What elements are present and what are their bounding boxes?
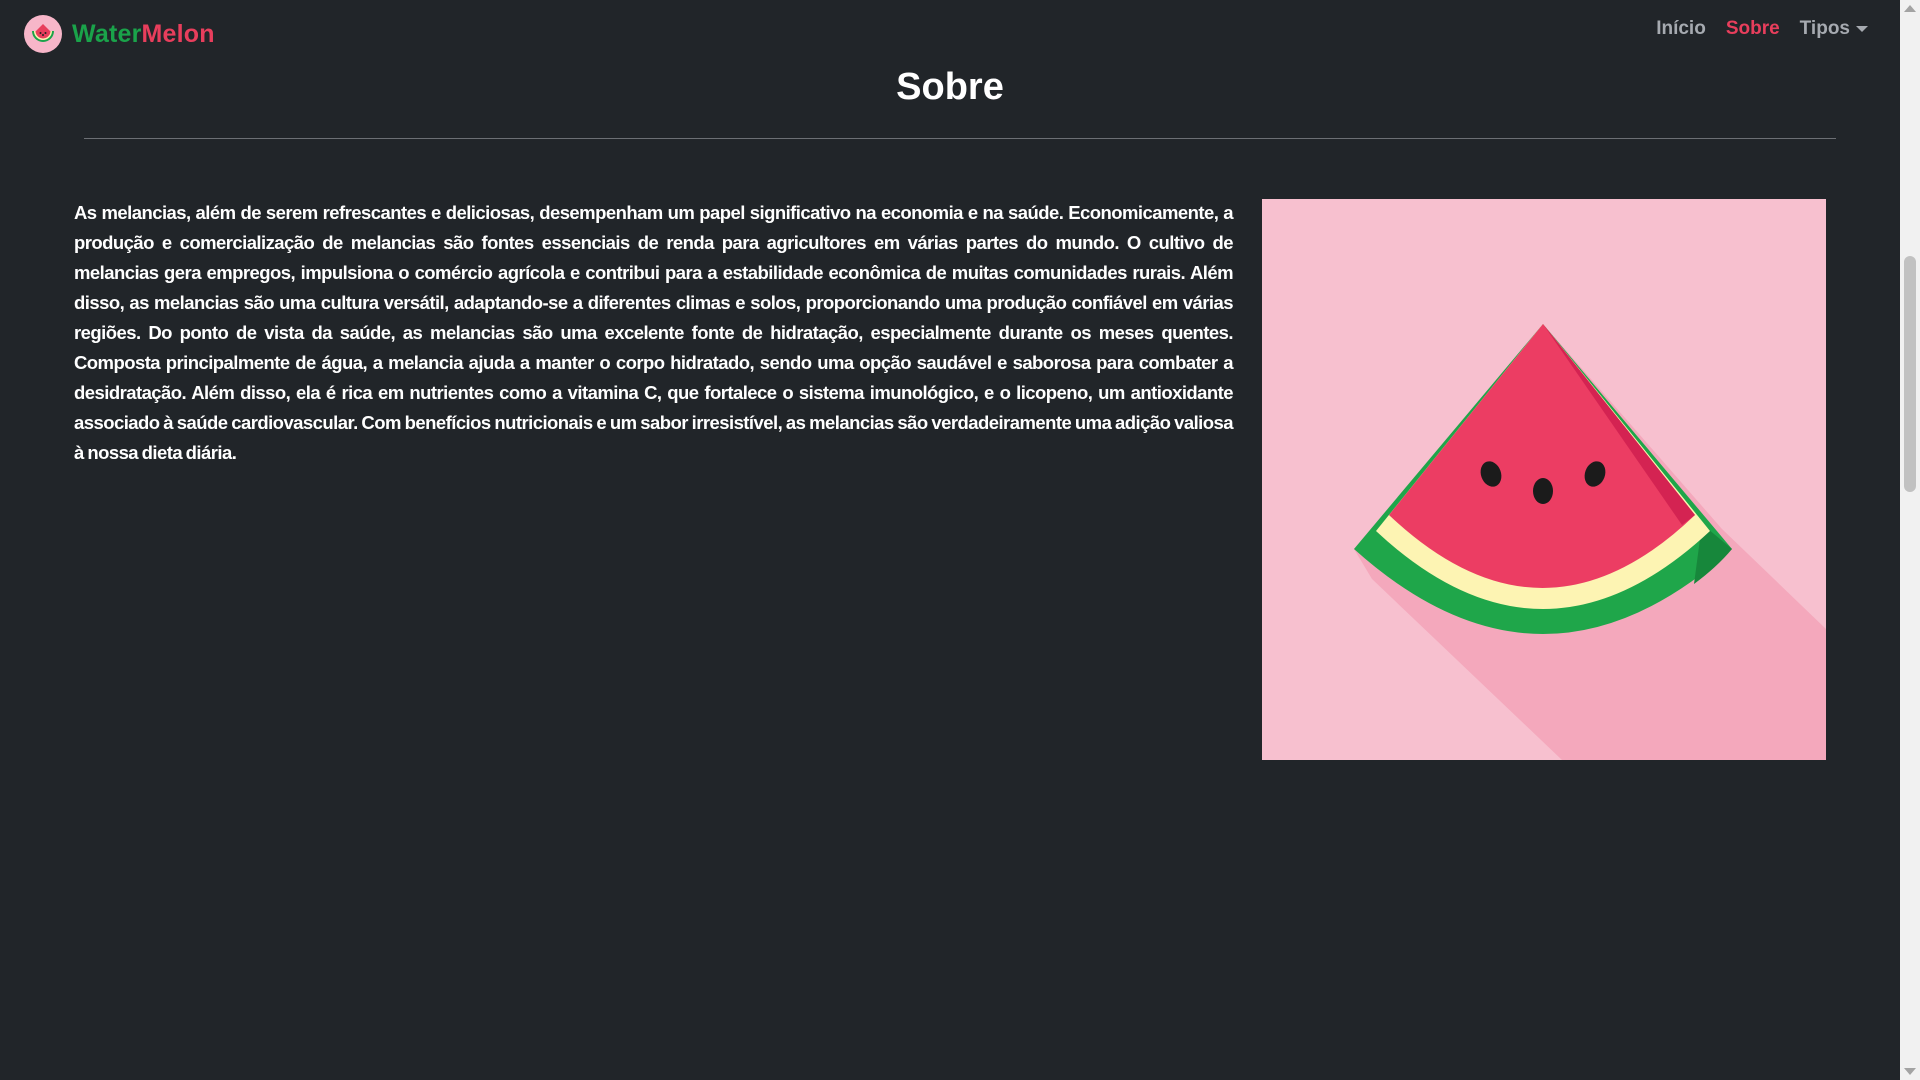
navbar: WaterMelon Início Sobre Tipos [0, 0, 1900, 68]
brand-name-melon: Melon [141, 19, 215, 48]
scroll-up-arrow-icon[interactable] [1904, 5, 1916, 12]
nav-links: Início Sobre Tipos [1656, 18, 1868, 40]
vertical-scrollbar[interactable] [1900, 0, 1920, 1080]
brand-name-water: Water [72, 19, 142, 48]
brand-link[interactable]: WaterMelon [24, 14, 215, 54]
page-title: Sobre [896, 66, 1004, 108]
watermelon-logo-icon [24, 15, 62, 53]
about-paragraph: As melancias, além de serem refrescantes… [74, 202, 1234, 463]
watermelon-illustration [1262, 199, 1826, 760]
brand-name: WaterMelon [72, 20, 215, 49]
nav-link-inicio[interactable]: Início [1656, 18, 1706, 40]
page: WaterMelon Início Sobre Tipos Sobre As m… [0, 0, 1920, 1080]
nav-dropdown-tipos[interactable]: Tipos [1800, 18, 1868, 40]
scroll-down-arrow-icon[interactable] [1904, 1068, 1916, 1075]
watermelon-slice-illustration [1262, 199, 1826, 760]
caret-down-icon [1856, 26, 1868, 32]
title-divider [84, 138, 1836, 139]
nav-dropdown-tipos-label: Tipos [1799, 18, 1850, 39]
scrollbar-thumb[interactable] [1904, 256, 1916, 492]
nav-link-sobre[interactable]: Sobre [1726, 18, 1780, 40]
